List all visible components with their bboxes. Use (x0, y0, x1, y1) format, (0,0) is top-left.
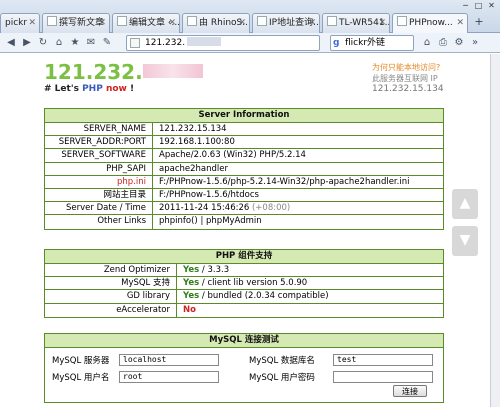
table-row: Zend Optimizer Yes / 3.3.3 (45, 264, 443, 278)
tab-bar: ─ □ ✕ pickr ✕ 撰写新文章 ✕ 编辑文章 ‹... ✕ 由 RhinoS...… (0, 0, 500, 34)
google-icon: g (333, 38, 340, 48)
close-tab-icon[interactable]: ✕ (98, 14, 106, 32)
window-controls: ─ □ ✕ (459, 0, 498, 13)
close-tab-icon[interactable]: ✕ (308, 14, 316, 32)
server-info-table: Server Information SERVER_NAME 121.232.1… (44, 108, 444, 230)
browser-tab[interactable]: pickr ✕ (0, 13, 40, 33)
print-icon[interactable]: ⎙ (436, 36, 450, 50)
bookmark-icon[interactable]: ★ (68, 36, 82, 50)
table-row: GD library Yes / bundled (2.0.34 compati… (45, 290, 443, 304)
search-input[interactable]: g flickr外链 (330, 35, 414, 51)
table-row: MySQL 支持 Yes / client lib version 5.0.90 (45, 277, 443, 291)
table-row: SERVER_NAME 121.232.15.134 (45, 123, 443, 137)
redacted-block (187, 37, 222, 46)
home-button-icon[interactable]: ⌂ (420, 36, 434, 50)
navigation-toolbar: ◀ ▶ ↻ ⌂ ★ ✉ ✎ 121.232. RSS gflickr外链 ⌂ ⎙… (0, 33, 500, 53)
maximize-icon[interactable]: □ (472, 0, 485, 12)
menu-icon[interactable]: » (468, 36, 482, 50)
page-icon (187, 16, 197, 26)
redacted-block (142, 64, 203, 78)
browser-tab[interactable]: 由 RhinoS... ✕ (182, 13, 250, 33)
mysql-dbname-input[interactable]: test (333, 353, 433, 366)
table-row: Other Links phpinfo() | phpMyAdmin (45, 215, 443, 229)
connect-button[interactable]: 连接 (393, 385, 427, 397)
browser-tab[interactable]: IP地址查询... ✕ (252, 13, 320, 33)
page-icon (117, 16, 127, 26)
extension-icon[interactable]: ✉ (84, 36, 98, 50)
back-icon[interactable]: ◀ (4, 36, 18, 50)
scroll-down-icon[interactable]: ▼ (452, 226, 478, 256)
internet-ip-label: 此服务器互联网 IP (372, 74, 438, 83)
table-row: SERVER_SOFTWARE Apache/2.0.63 (Win32) PH… (45, 149, 443, 163)
section-title: PHP 组件支持 (45, 250, 443, 264)
php-ini-link[interactable]: php.ini (45, 175, 153, 188)
browser-tab[interactable]: 撰写新文章 ✕ (42, 13, 110, 33)
browser-tab[interactable]: 编辑文章 ‹... ✕ (112, 13, 180, 33)
close-tab-icon[interactable]: ✕ (456, 14, 464, 32)
mysql-test-form: MySQL 连接测试 MySQL 服务器 localhost MySQL 数据库… (44, 333, 444, 403)
close-tab-icon[interactable]: ✕ (378, 14, 386, 32)
vertical-scrollbar[interactable] (490, 54, 500, 407)
mysql-user-input[interactable]: root (119, 370, 219, 383)
mysql-password-input[interactable] (333, 370, 433, 383)
reload-icon[interactable]: ↻ (36, 36, 50, 50)
why-local-link[interactable]: 为何只能本地访问? (372, 62, 444, 73)
page-icon (327, 16, 337, 26)
section-title: Server Information (45, 109, 443, 123)
page-icon (257, 16, 267, 26)
minimize-icon[interactable]: ─ (459, 0, 472, 12)
internet-ip-value: 121.232.15.134 (372, 84, 444, 94)
browser-tab[interactable]: TL-WR541... ✕ (322, 13, 390, 33)
scroll-up-icon[interactable]: ▲ (452, 189, 478, 219)
tools-icon[interactable]: ⚙ (452, 36, 466, 50)
other-links[interactable]: phpinfo() | phpMyAdmin (153, 215, 443, 228)
close-tab-icon[interactable]: ✕ (168, 14, 176, 32)
internet-ip-info: 为何只能本地访问? 此服务器互联网 IP 121.232.15.134 (372, 62, 444, 95)
browser-tab-active[interactable]: PHPnow... ✕ (392, 13, 468, 34)
mysql-server-input[interactable]: localhost (119, 353, 219, 366)
table-row: SERVER_ADDR:PORT 192.168.1.100:80 (45, 136, 443, 150)
table-row: php.ini F:/PHPnow-1.5.6/php-5.2.14-Win32… (45, 175, 443, 189)
page-icon (397, 16, 407, 26)
close-tab-icon[interactable]: ✕ (238, 14, 246, 32)
new-tab-icon[interactable]: + (472, 16, 486, 30)
page-content: 121.232. # Let's PHP now ! 为何只能本地访问? 此服务… (0, 54, 500, 407)
php-support-table: PHP 组件支持 Zend Optimizer Yes / 3.3.3 MySQ… (44, 249, 444, 318)
table-row: 网站主目录 F:/PHPnow-1.5.6/htdocs (45, 188, 443, 203)
close-tab-icon[interactable]: ✕ (28, 14, 36, 32)
site-logo: 121.232. (44, 60, 203, 84)
page-icon (47, 16, 57, 26)
slogan: # Let's PHP now ! (44, 84, 135, 94)
close-window-icon[interactable]: ✕ (485, 0, 498, 12)
table-row: PHP_SAPI apache2handler (45, 162, 443, 176)
home-icon[interactable]: ⌂ (52, 36, 66, 50)
table-row: Server Date / Time 2011-11-24 15:46:26 (… (45, 202, 443, 216)
section-title: MySQL 连接测试 (45, 334, 443, 348)
addon-icon[interactable]: ✎ (100, 36, 114, 50)
address-bar[interactable]: 121.232. RSS (126, 35, 401, 51)
table-row: eAccelerator No (45, 303, 443, 317)
forward-icon[interactable]: ▶ (20, 36, 34, 50)
site-icon (130, 38, 140, 48)
